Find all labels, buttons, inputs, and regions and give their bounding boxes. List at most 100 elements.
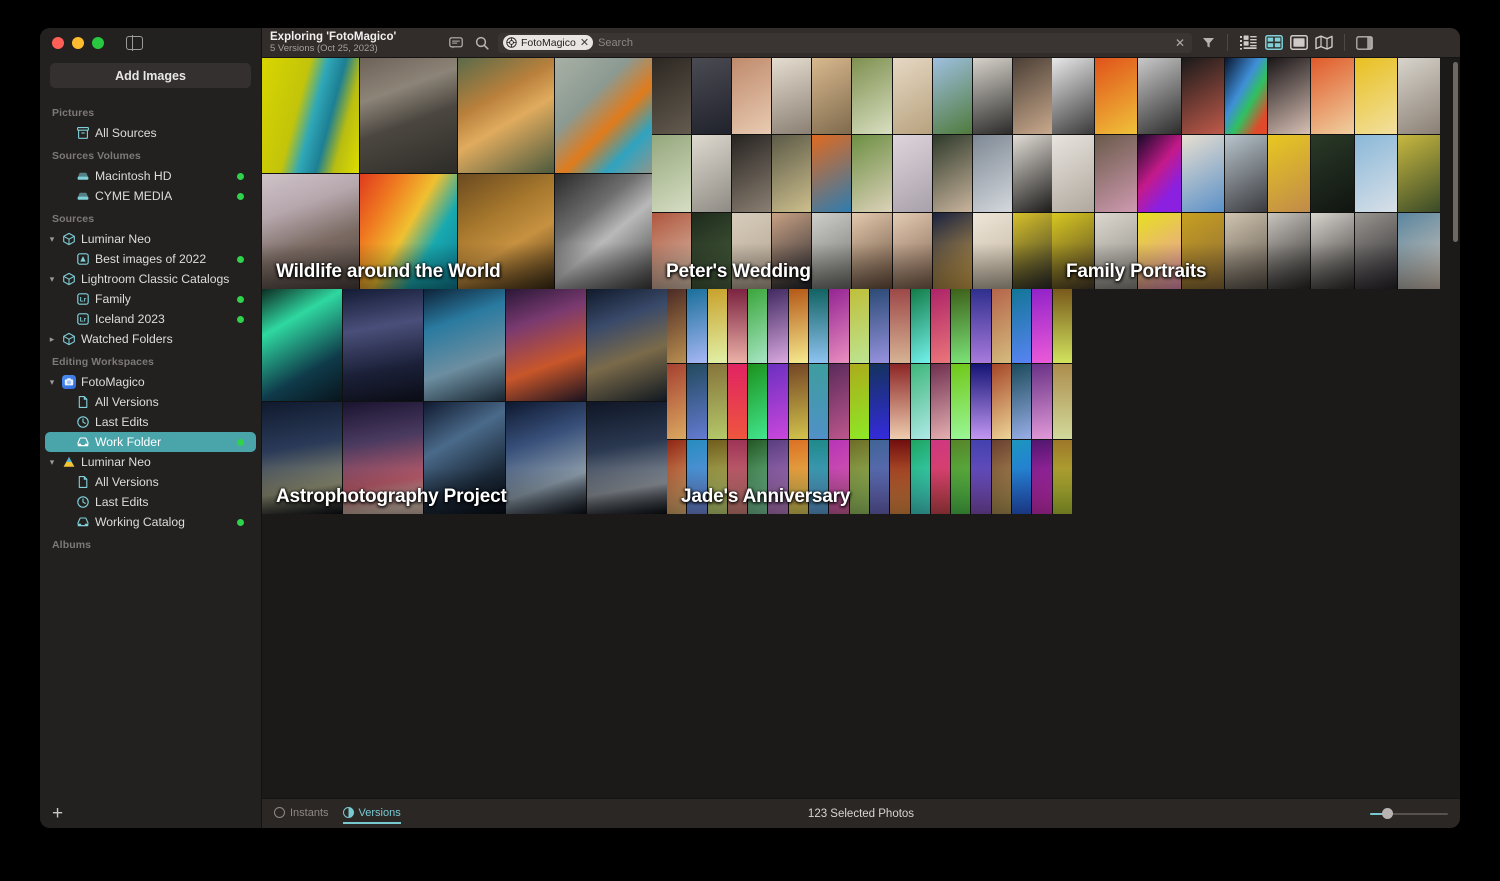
chevron-down-icon[interactable]: ▾ xyxy=(45,234,59,244)
chevron-down-icon[interactable]: ▾ xyxy=(45,377,59,387)
thumbnail xyxy=(852,135,892,212)
sidebar-section-label: Sources Volumes xyxy=(52,150,141,162)
view-mode-grid[interactable] xyxy=(1262,33,1285,53)
sidebar-item-all-versions[interactable]: All Versions xyxy=(45,392,256,412)
vertical-scrollbar[interactable] xyxy=(1453,62,1458,242)
thumbnail xyxy=(991,289,1012,364)
thumbnail xyxy=(652,135,692,212)
filter-funnel-icon[interactable] xyxy=(1198,33,1218,53)
comment-bubble-icon[interactable] xyxy=(446,33,466,53)
thumbnail xyxy=(910,289,930,364)
minimize-button[interactable] xyxy=(72,37,84,49)
thumbnail xyxy=(768,364,788,439)
thumbnail xyxy=(1224,135,1268,212)
tab-versions[interactable]: Versions xyxy=(342,807,401,824)
collection-tile[interactable]: Wildlife around the World xyxy=(262,58,652,289)
collection-thumbnail-grid xyxy=(652,58,1052,289)
thumbnail xyxy=(692,58,732,135)
close-button[interactable] xyxy=(52,37,64,49)
collection-tile[interactable]: Peter's Wedding xyxy=(652,58,1052,289)
collection-tile[interactable]: Astrophotography Project xyxy=(262,289,667,514)
chevron-down-icon[interactable]: ▾ xyxy=(45,457,59,467)
search-token-label: FotoMagico xyxy=(521,36,576,49)
thumbnail-size-slider[interactable] xyxy=(1370,807,1448,821)
thumbnail xyxy=(457,58,555,173)
thumbnail xyxy=(262,58,359,173)
sidebar-item-label: Family xyxy=(95,292,131,306)
thumbnail xyxy=(852,58,892,135)
thumbnail xyxy=(1138,212,1181,289)
thumbnail xyxy=(951,364,971,439)
sidebar-item-cyme-media[interactable]: CYME MEDIA xyxy=(45,186,256,206)
fotomagico-app-icon xyxy=(59,375,79,389)
tab-instants[interactable]: Instants xyxy=(274,807,329,821)
zoom-button[interactable] xyxy=(92,37,104,49)
slider-knob[interactable] xyxy=(1381,808,1393,819)
thumbnail xyxy=(667,364,687,439)
collection-tile[interactable]: Family Portraits xyxy=(1052,58,1440,289)
search-icon[interactable] xyxy=(472,33,492,53)
sidebar-item-all-versions[interactable]: All Versions xyxy=(45,472,256,492)
sidebar-item-best-images-of-2022[interactable]: Best images of 2022 xyxy=(45,249,256,269)
view-mode-map[interactable] xyxy=(1312,33,1335,53)
search-input[interactable] xyxy=(598,36,1168,49)
sidebar-item-luminar-neo[interactable]: ▾ Luminar Neo xyxy=(45,452,256,472)
sidebar-item-fotomagico[interactable]: ▾ FotoMagico xyxy=(45,372,256,392)
clear-search-icon[interactable]: ✕ xyxy=(1173,36,1187,50)
sidebar-item-work-folder[interactable]: Work Folder xyxy=(45,432,256,452)
thumbnail xyxy=(1012,212,1052,289)
sidebar-item-macintosh-hd[interactable]: Macintosh HD xyxy=(45,166,256,186)
thumbnail xyxy=(343,402,424,514)
thumbnail xyxy=(852,212,892,289)
sidebar-item-last-edits[interactable]: Last Edits xyxy=(45,412,256,432)
sidebar-item-working-catalog[interactable]: Working Catalog xyxy=(45,512,256,532)
view-mode-group xyxy=(1237,33,1335,53)
sidebar-item-iceland-2023[interactable]: Lr Iceland 2023 xyxy=(45,309,256,329)
thumbnail xyxy=(809,364,829,439)
lightroom-icon: Lr xyxy=(73,292,93,306)
bottom-status-bar: Instants Versions 123 Selected Photos xyxy=(262,798,1460,828)
collection-tile[interactable]: Jade's Anniversary xyxy=(667,289,1072,514)
sidebar-item-label: Last Edits xyxy=(95,415,149,429)
chevron-right-icon[interactable]: ▸ xyxy=(45,334,59,344)
thumbnail xyxy=(748,364,768,439)
svg-text:Lr: Lr xyxy=(80,297,87,304)
photo-collections-area[interactable]: Wildlife around the World Peter's Wedding… xyxy=(262,58,1460,798)
sidebar-scroll-area[interactable]: Pictures All Sources Sources Volumes Maci… xyxy=(40,88,261,798)
thumbnail xyxy=(972,135,1012,212)
thumbnail xyxy=(910,439,930,514)
thumbnail xyxy=(424,289,505,401)
add-source-button[interactable]: + xyxy=(52,804,63,823)
thumbnail xyxy=(707,439,727,514)
inspector-toggle-icon[interactable] xyxy=(1354,33,1374,53)
sidebar-item-label: Iceland 2023 xyxy=(95,312,165,326)
clock-icon xyxy=(73,495,93,509)
thumbnail xyxy=(1138,58,1181,135)
thumbnail xyxy=(849,289,869,364)
search-field[interactable]: FotoMagico ✕ ✕ xyxy=(498,32,1192,53)
thumbnail xyxy=(932,135,972,212)
thumbnail xyxy=(971,439,991,514)
sidebar-toggle-icon[interactable] xyxy=(126,35,143,51)
sidebar-item-luminar-neo[interactable]: ▾ Luminar Neo xyxy=(45,229,256,249)
thumbnail xyxy=(812,212,852,289)
window-titlebar xyxy=(40,28,261,58)
view-mode-single[interactable] xyxy=(1287,33,1310,53)
sidebar-item-watched-folders[interactable]: ▸ Watched Folders xyxy=(45,329,256,349)
desktop-background: Add Images Pictures All Sources Sources V… xyxy=(0,0,1500,881)
sidebar-item-last-edits[interactable]: Last Edits xyxy=(45,492,256,512)
thumbnail xyxy=(1032,439,1052,514)
thumbnail xyxy=(505,289,586,401)
token-close-icon[interactable]: ✕ xyxy=(580,36,589,49)
sidebar-item-all-sources[interactable]: All Sources xyxy=(45,123,256,143)
add-images-button[interactable]: Add Images xyxy=(50,63,251,88)
thumbnail xyxy=(727,439,748,514)
sidebar-item-family[interactable]: Lr Family xyxy=(45,289,256,309)
search-token-fotomagico[interactable]: FotoMagico ✕ xyxy=(503,35,594,50)
view-mode-filmstrip[interactable] xyxy=(1237,33,1260,53)
sidebar-item-lightroom-classic-catalogs[interactable]: ▾ Lightroom Classic Catalogs xyxy=(45,269,256,289)
document-icon xyxy=(73,395,93,409)
chevron-down-icon[interactable]: ▾ xyxy=(45,274,59,284)
thumbnail xyxy=(788,439,809,514)
cube-icon xyxy=(59,272,79,286)
